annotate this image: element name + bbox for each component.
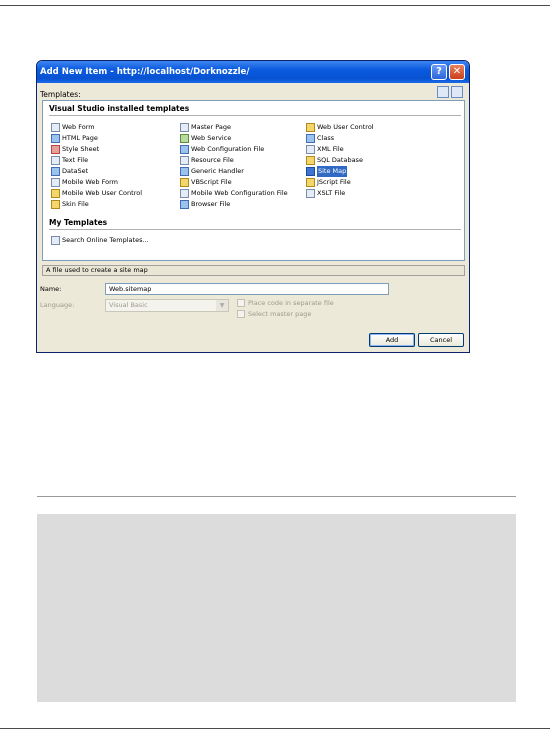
template-vbscript-file[interactable]: VBScript File	[180, 177, 232, 188]
web-service-icon	[180, 134, 189, 143]
template-class[interactable]: Class	[306, 133, 334, 144]
template-html-page[interactable]: HTML Page	[51, 133, 98, 144]
master-page-icon	[180, 123, 189, 132]
xml-file-icon	[306, 145, 315, 154]
dataset-icon	[51, 167, 60, 176]
template-web-user-control[interactable]: Web User Control	[306, 122, 374, 133]
template-description: A file used to create a site map	[42, 265, 465, 276]
web-config-icon	[180, 145, 189, 154]
master-page-checkbox[interactable]: Select master page	[237, 310, 311, 318]
template-web-form[interactable]: Web Form	[51, 122, 95, 133]
checkbox-icon	[237, 310, 245, 318]
add-button[interactable]: Add	[369, 333, 415, 347]
style-sheet-icon	[51, 145, 60, 154]
template-mobile-web-user-control[interactable]: Mobile Web User Control	[51, 188, 142, 199]
generic-handler-icon	[180, 167, 189, 176]
vbscript-file-icon	[180, 178, 189, 187]
templates-panel: Visual Studio installed templates Web Fo…	[42, 100, 465, 261]
template-mobile-web-form[interactable]: Mobile Web Form	[51, 177, 118, 188]
checkbox-icon	[237, 299, 245, 307]
dialog-titlebar: Add New Item - http://localhost/Dorknozz…	[37, 61, 469, 83]
group-installed-heading: Visual Studio installed templates	[49, 104, 190, 113]
html-page-icon	[51, 134, 60, 143]
language-select[interactable]: Visual Basic ▼	[105, 299, 229, 312]
group-divider	[49, 115, 461, 116]
dialog-title: Add New Item - http://localhost/Dorknozz…	[40, 67, 250, 77]
template-site-map[interactable]: Site Map	[306, 166, 348, 177]
template-web-service[interactable]: Web Service	[180, 133, 231, 144]
template-resource-file[interactable]: Resource File	[180, 155, 234, 166]
text-file-icon	[51, 156, 60, 165]
template-style-sheet[interactable]: Style Sheet	[51, 144, 99, 155]
mobile-web-form-icon	[51, 178, 60, 187]
template-xml-file[interactable]: XML File	[306, 144, 344, 155]
jscript-file-icon	[306, 178, 315, 187]
large-icons-view-icon[interactable]	[437, 86, 449, 98]
resource-file-icon	[180, 156, 189, 165]
site-map-icon	[306, 167, 315, 176]
template-xslt-file[interactable]: XSLT File	[306, 188, 345, 199]
template-text-file[interactable]: Text File	[51, 155, 88, 166]
place-code-label: Place code in separate file	[248, 299, 334, 307]
templates-label: Templates:	[40, 90, 81, 99]
search-online-templates[interactable]: Search Online Templates...	[51, 235, 149, 246]
browser-file-icon	[180, 200, 189, 209]
template-skin-file[interactable]: Skin File	[51, 199, 89, 210]
skin-file-icon	[51, 200, 60, 209]
xslt-file-icon	[306, 189, 315, 198]
shaded-panel	[37, 514, 516, 702]
master-page-label: Select master page	[248, 310, 312, 318]
chevron-down-icon: ▼	[216, 300, 228, 311]
help-icon[interactable]: ?	[431, 64, 447, 80]
web-form-icon	[51, 123, 60, 132]
web-user-control-icon	[306, 123, 315, 132]
language-value: Visual Basic	[109, 301, 148, 309]
template-generic-handler[interactable]: Generic Handler	[180, 166, 244, 177]
language-label: Language:	[40, 301, 75, 309]
template-browser-file[interactable]: Browser File	[180, 199, 230, 210]
template-mobile-web-config[interactable]: Mobile Web Configuration File	[180, 188, 288, 199]
add-new-item-dialog: Add New Item - http://localhost/Dorknozz…	[36, 60, 470, 353]
place-code-checkbox[interactable]: Place code in separate file	[237, 299, 334, 307]
class-icon	[306, 134, 315, 143]
template-sql-database[interactable]: SQL Database	[306, 155, 363, 166]
template-web-config[interactable]: Web Configuration File	[180, 144, 264, 155]
sql-database-icon	[306, 156, 315, 165]
mobile-config-icon	[180, 189, 189, 198]
template-dataset[interactable]: DataSet	[51, 166, 88, 177]
close-icon[interactable]: ✕	[449, 64, 465, 80]
top-rule	[0, 5, 550, 6]
name-input[interactable]: Web.sitemap	[105, 283, 389, 295]
template-jscript-file[interactable]: JScript File	[306, 177, 351, 188]
group-divider	[49, 229, 461, 230]
name-label: Name:	[40, 285, 62, 293]
template-master-page[interactable]: Master Page	[180, 122, 231, 133]
group-my-templates-heading: My Templates	[49, 218, 108, 227]
small-icons-view-icon[interactable]	[451, 86, 463, 98]
mobile-user-control-icon	[51, 189, 60, 198]
cancel-button[interactable]: Cancel	[418, 333, 464, 347]
section-rule	[37, 496, 516, 497]
bottom-rule	[0, 728, 550, 729]
search-online-icon	[51, 236, 60, 245]
